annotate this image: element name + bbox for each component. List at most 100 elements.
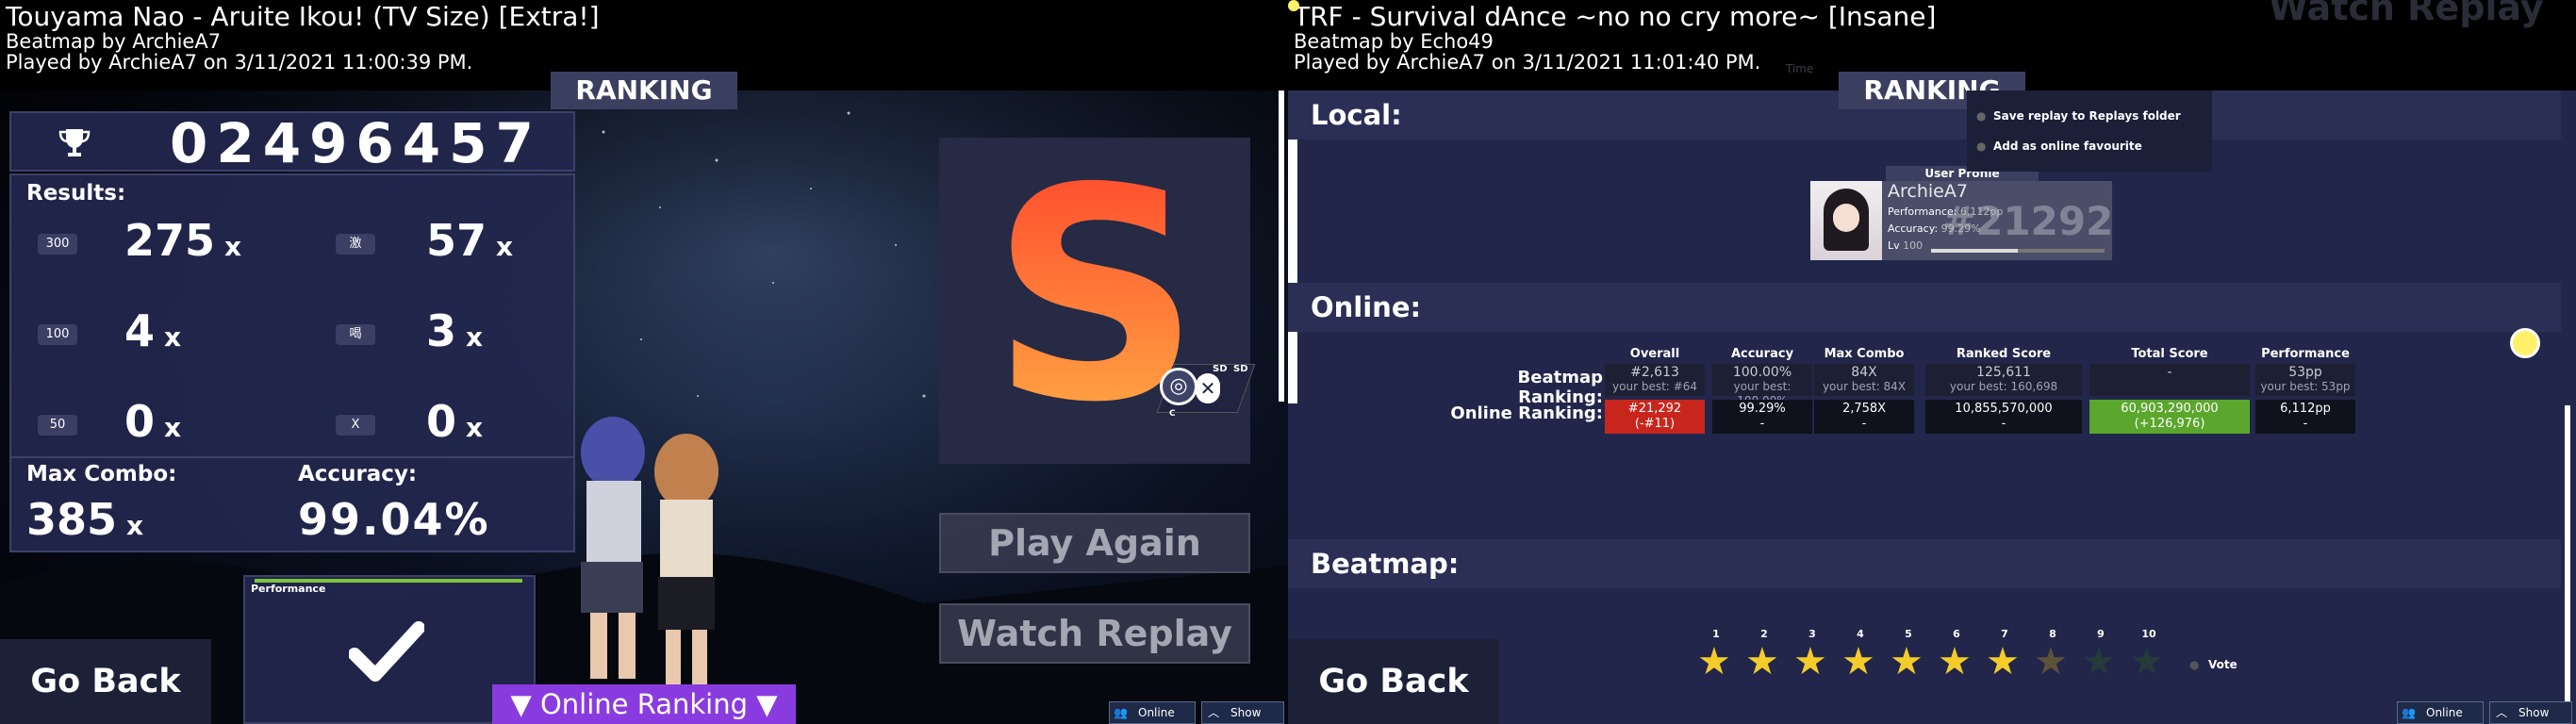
mod-label-2: SD — [1233, 364, 1248, 374]
rating-star-3[interactable]: ★ — [1793, 643, 1827, 681]
performance-label: Performance — [251, 583, 326, 595]
hit-100-chip: 100 — [38, 324, 77, 345]
add-favourite-menu-item[interactable]: ● Add as online favourite — [1976, 140, 2142, 153]
beatmap-rank-accuracy: 100.00%your best: 100.00% — [1712, 364, 1812, 407]
go-back-button[interactable]: Go Back — [1288, 639, 1499, 724]
accuracy-value: 99.04% — [298, 494, 490, 545]
hit-katu-chip: 喝 — [336, 324, 375, 345]
rating-star-4[interactable]: ★ — [1841, 643, 1875, 681]
user-performance: 6,112pp — [1959, 206, 2004, 218]
left-ranking-screen: Touyama Nao - Aruite Ikou! (TV Size) [Ex… — [0, 0, 1288, 724]
rating-star-7[interactable]: ★ — [1986, 643, 2020, 681]
col-ranked-score: Ranked Score — [1956, 347, 2052, 361]
hit-300-chip: 300 — [38, 234, 77, 255]
cursor-dot — [1288, 0, 1299, 11]
bullet-icon: ● — [1976, 109, 1987, 123]
hit-katu-count: 3x — [426, 305, 484, 356]
hit-geki-chip: 激 — [336, 234, 375, 255]
hit-geki-count: 57 x — [426, 215, 514, 266]
beatmap-rank-total-score: - — [2089, 364, 2250, 396]
add-favourite-label: Add as online favourite — [1993, 140, 2142, 153]
user-level-line: Lv 100 — [1888, 239, 1923, 252]
beatmap-creator: Beatmap by ArchieA7 — [6, 30, 222, 53]
mod-label-c: C — [1169, 409, 1176, 419]
rating-star-6[interactable]: ★ — [1938, 643, 1972, 681]
beatmap-rank-max-combo: 84X your best: 84X — [1814, 364, 1914, 396]
background-time-label: Time — [1786, 62, 1814, 75]
col-accuracy: Accuracy — [1730, 347, 1794, 361]
ranking-tab[interactable]: RANKING — [551, 72, 737, 109]
bullet-icon: ● — [1976, 140, 1987, 153]
checkmark-icon — [349, 621, 424, 682]
online-ranking-button[interactable]: ▼ Online Ranking ▼ — [492, 684, 796, 724]
online-rank-max-combo: 2,758X - — [1814, 400, 1914, 434]
go-back-label: Go Back — [30, 663, 181, 700]
beatmap-creator: Beatmap by Echo49 — [1294, 30, 1494, 53]
online-rank-performance: 6,112pp - — [2255, 400, 2355, 434]
save-replay-menu-item[interactable]: ● Save replay to Replays folder — [1976, 109, 2181, 123]
user-accuracy-line: Accuracy: 99.29% — [1888, 222, 1981, 235]
show-chat-button[interactable]: ︿ Show Chat — [2489, 701, 2572, 724]
hit-50-chip: 50 — [38, 415, 77, 436]
star-number-10: 10 — [2141, 628, 2156, 640]
divider — [11, 456, 573, 458]
rating-star-8[interactable]: ★ — [2034, 643, 2068, 681]
rating-star-5[interactable]: ★ — [1890, 643, 1924, 681]
hit-miss-count: 0x — [426, 396, 484, 447]
scroll-indicator[interactable] — [1279, 72, 1284, 402]
users-icon: 👥 — [2402, 706, 2416, 719]
vote-label: Vote — [2208, 658, 2237, 671]
background-watch-replay: Watch Replay — [2269, 0, 2544, 28]
star-number-8: 8 — [2049, 628, 2056, 640]
max-combo-value: 385 x — [26, 494, 144, 545]
chevron-up-icon: ︿ — [1208, 706, 1220, 719]
chevron-up-icon: ︿ — [2496, 706, 2508, 719]
rating-star-9[interactable]: ★ — [2082, 643, 2116, 681]
online-rank-accuracy: 99.29% - — [1712, 400, 1812, 434]
col-performance: Performance — [2261, 347, 2350, 361]
beatmap-section-header: Beatmap: — [1288, 539, 2561, 588]
avatar-face — [1833, 204, 1859, 232]
song-title: Touyama Nao - Aruite Ikou! (TV Size) [Ex… — [6, 1, 600, 32]
user-level-label: Lv — [1888, 239, 1900, 252]
star-number-7: 7 — [2001, 628, 2008, 640]
cursor-dot — [2510, 328, 2540, 358]
song-title: TRF - Survival dAnce ~no no cry more~ [I… — [1294, 1, 1937, 32]
star-number-6: 6 — [1953, 628, 1960, 640]
level-progress-bar — [1931, 249, 2105, 253]
results-label: Results: — [26, 181, 126, 206]
played-by: Played by ArchieA7 on 3/11/2021 11:00:39… — [6, 51, 473, 74]
online-ranking-label: ▼ Online Ranking ▼ — [510, 688, 778, 720]
user-card[interactable]: ArchieA7 #21292 Performance: 6,112pp Acc… — [1810, 181, 2113, 260]
rating-star-1[interactable]: ★ — [1697, 643, 1731, 681]
online-users-button[interactable]: 👥 Online Users — [1109, 701, 1196, 724]
watch-replay-button[interactable]: Watch Replay — [939, 603, 1250, 664]
beatmap-rank-overall: #2,613 your best: #64 — [1605, 364, 1705, 396]
user-accuracy-label: Accuracy: — [1888, 222, 1939, 235]
show-chat-label: Show Chat — [2518, 706, 2550, 719]
star-number-2: 2 — [1760, 628, 1768, 640]
replay-context-menu: ● Save replay to Replays folder ● Add as o… — [1967, 90, 2212, 172]
go-back-button[interactable]: Go Back — [0, 639, 211, 724]
avatar — [1810, 181, 1882, 260]
users-icon: 👥 — [1114, 706, 1128, 719]
grade-panel: S ◎ ✕ SD SD C — [939, 138, 1256, 464]
scroll-indicator-2[interactable] — [2565, 405, 2570, 724]
online-users-button[interactable]: 👥 Online Users — [2397, 701, 2484, 724]
online-users-label: Online Users — [1138, 706, 1175, 719]
mod-label-1: SD — [1213, 364, 1228, 374]
user-level: 100 — [1903, 239, 1924, 252]
star-number-4: 4 — [1857, 628, 1864, 640]
level-progress-fill — [1931, 249, 2018, 253]
star-number-5: 5 — [1905, 628, 1912, 640]
user-performance-line: Performance: 6,112pp — [1888, 206, 2003, 218]
right-ranking-screen: TRF - Survival dAnce ~no no cry more~ [I… — [1288, 0, 2576, 724]
total-score: 02496457 — [170, 111, 542, 175]
rating-star-2[interactable]: ★ — [1745, 643, 1779, 681]
go-back-label: Go Back — [1318, 663, 1469, 700]
show-chat-button[interactable]: ︿ Show Chat — [1201, 701, 1284, 724]
hit-300-count: 275 x — [124, 215, 242, 266]
show-chat-label: Show Chat — [1230, 706, 1262, 719]
rating-star-10[interactable]: ★ — [2130, 643, 2164, 681]
play-again-button[interactable]: Play Again — [939, 513, 1250, 573]
